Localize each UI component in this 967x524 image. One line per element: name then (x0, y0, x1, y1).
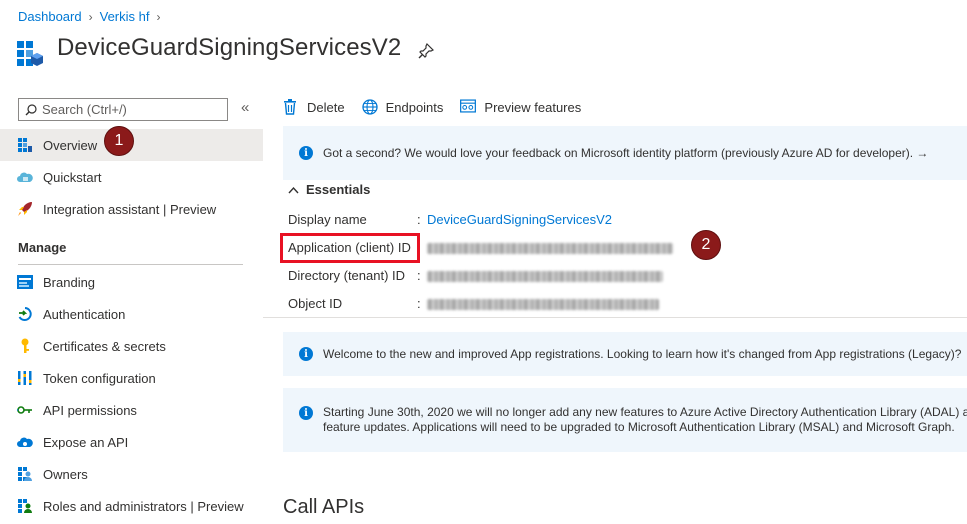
breadcrumb-tenant-link[interactable]: Verkis hf (100, 9, 150, 24)
sidebar-item-label: Branding (43, 274, 96, 290)
manage-section-title: Manage (18, 240, 67, 255)
sidebar-item-label: Token configuration (43, 370, 156, 386)
rocket-icon (17, 201, 33, 217)
sidebar-item-quickstart[interactable]: Quickstart (0, 161, 263, 193)
info-icon: i (299, 406, 313, 420)
sidebar-item-label: Certificates & secrets (43, 338, 166, 354)
info-icon: i (299, 347, 313, 361)
sidebar-item-label: Authentication (43, 306, 126, 322)
info-icon: i (299, 146, 313, 160)
redacted-object-id (427, 299, 659, 310)
trash-icon (283, 99, 299, 115)
api-permissions-icon (17, 402, 33, 418)
call-apis-heading: Call APIs (283, 496, 365, 518)
chevron-right-icon: › (88, 9, 93, 24)
page-title: DeviceGuardSigningServicesV2 (57, 34, 402, 61)
sidebar-item-label: Integration assistant | Preview (43, 201, 217, 217)
divider (263, 317, 967, 318)
pin-icon[interactable] (418, 43, 434, 59)
essentials-toggle[interactable]: Essentials (288, 182, 370, 197)
field-label: Display name (288, 212, 367, 227)
preview-features-icon (460, 99, 477, 115)
welcome-text: Welcome to the new and improved App regi… (323, 346, 962, 361)
overview-grid-icon (17, 137, 33, 153)
search-box[interactable] (18, 98, 228, 121)
collapse-sidebar-button[interactable]: « (241, 99, 249, 116)
endpoints-button[interactable]: Endpoints (361, 99, 444, 115)
chevron-up-icon (288, 186, 299, 193)
authentication-icon (17, 306, 33, 322)
key-icon (17, 338, 33, 354)
delete-label: Delete (307, 99, 345, 115)
command-bar: Delete Endpoints Preview features (283, 99, 598, 115)
preview-features-button[interactable]: Preview features (460, 99, 581, 115)
sidebar-item-token-configuration[interactable]: Token configuration (0, 362, 263, 394)
display-name-link[interactable]: DeviceGuardSigningServicesV2 (427, 212, 612, 227)
essentials-row-tenant-id: Directory (tenant) ID : (288, 268, 663, 283)
step-badge-1: 1 (104, 126, 134, 156)
essentials-heading: Essentials (306, 182, 371, 197)
field-label: Object ID (288, 296, 343, 311)
sidebar-item-expose-api[interactable]: Expose an API (0, 426, 263, 458)
search-input[interactable] (42, 102, 222, 117)
feedback-banner[interactable]: i Got a second? We would love your feedb… (283, 126, 967, 180)
redacted-client-id (427, 243, 673, 254)
sidebar-item-label: Quickstart (43, 169, 102, 185)
redacted-tenant-id (427, 271, 663, 282)
divider (18, 264, 243, 265)
breadcrumb-dashboard-link[interactable]: Dashboard (18, 9, 82, 24)
branding-icon (17, 274, 33, 290)
sidebar-item-label: Expose an API (43, 434, 129, 450)
globe-icon (361, 99, 378, 115)
sidebar-item-label: API permissions (43, 402, 137, 418)
sidebar-item-roles[interactable]: Roles and administrators | Preview (0, 490, 263, 522)
token-bars-icon (17, 370, 33, 386)
feedback-text: Got a second? We would love your feedbac… (323, 145, 929, 160)
chevron-right-icon: › (156, 9, 161, 24)
essentials-row-object-id: Object ID : (288, 296, 659, 311)
sidebar-item-certificates[interactable]: Certificates & secrets (0, 330, 263, 362)
preview-features-label: Preview features (484, 99, 582, 115)
welcome-banner[interactable]: i Welcome to the new and improved App re… (283, 332, 967, 376)
app-registration-icon (17, 41, 43, 66)
sidebar-item-api-permissions[interactable]: API permissions (0, 394, 263, 426)
adal-deprecation-banner[interactable]: i Starting June 30th, 2020 we will no lo… (283, 388, 967, 452)
sidebar-item-authentication[interactable]: Authentication (0, 298, 263, 330)
field-label: Directory (tenant) ID (288, 268, 406, 283)
highlight-box (280, 233, 420, 263)
cloud-api-icon (17, 434, 33, 450)
sidebar-item-integration-assistant[interactable]: Integration assistant | Preview (0, 193, 263, 225)
sidebar-item-label: Roles and administrators | Preview (43, 498, 244, 514)
adal-text-line-2: feature updates. Applications will need … (323, 420, 955, 434)
endpoints-label: Endpoints (385, 99, 444, 115)
delete-button[interactable]: Delete (283, 99, 345, 115)
essentials-row-display-name: Display name : DeviceGuardSigningService… (288, 212, 612, 227)
adal-text-line-1: Starting June 30th, 2020 we will no long… (323, 405, 967, 419)
owners-icon (17, 466, 33, 482)
sidebar-item-owners[interactable]: Owners (0, 458, 263, 490)
cloud-quickstart-icon (17, 169, 33, 185)
sidebar-item-label: Overview (43, 137, 98, 153)
step-badge-2: 2 (691, 230, 721, 260)
search-icon (25, 103, 37, 115)
sidebar-item-label: Owners (43, 466, 88, 482)
roles-icon (17, 498, 33, 514)
breadcrumb: Dashboard › Verkis hf › (18, 9, 167, 24)
sidebar-item-branding[interactable]: Branding (0, 266, 263, 298)
